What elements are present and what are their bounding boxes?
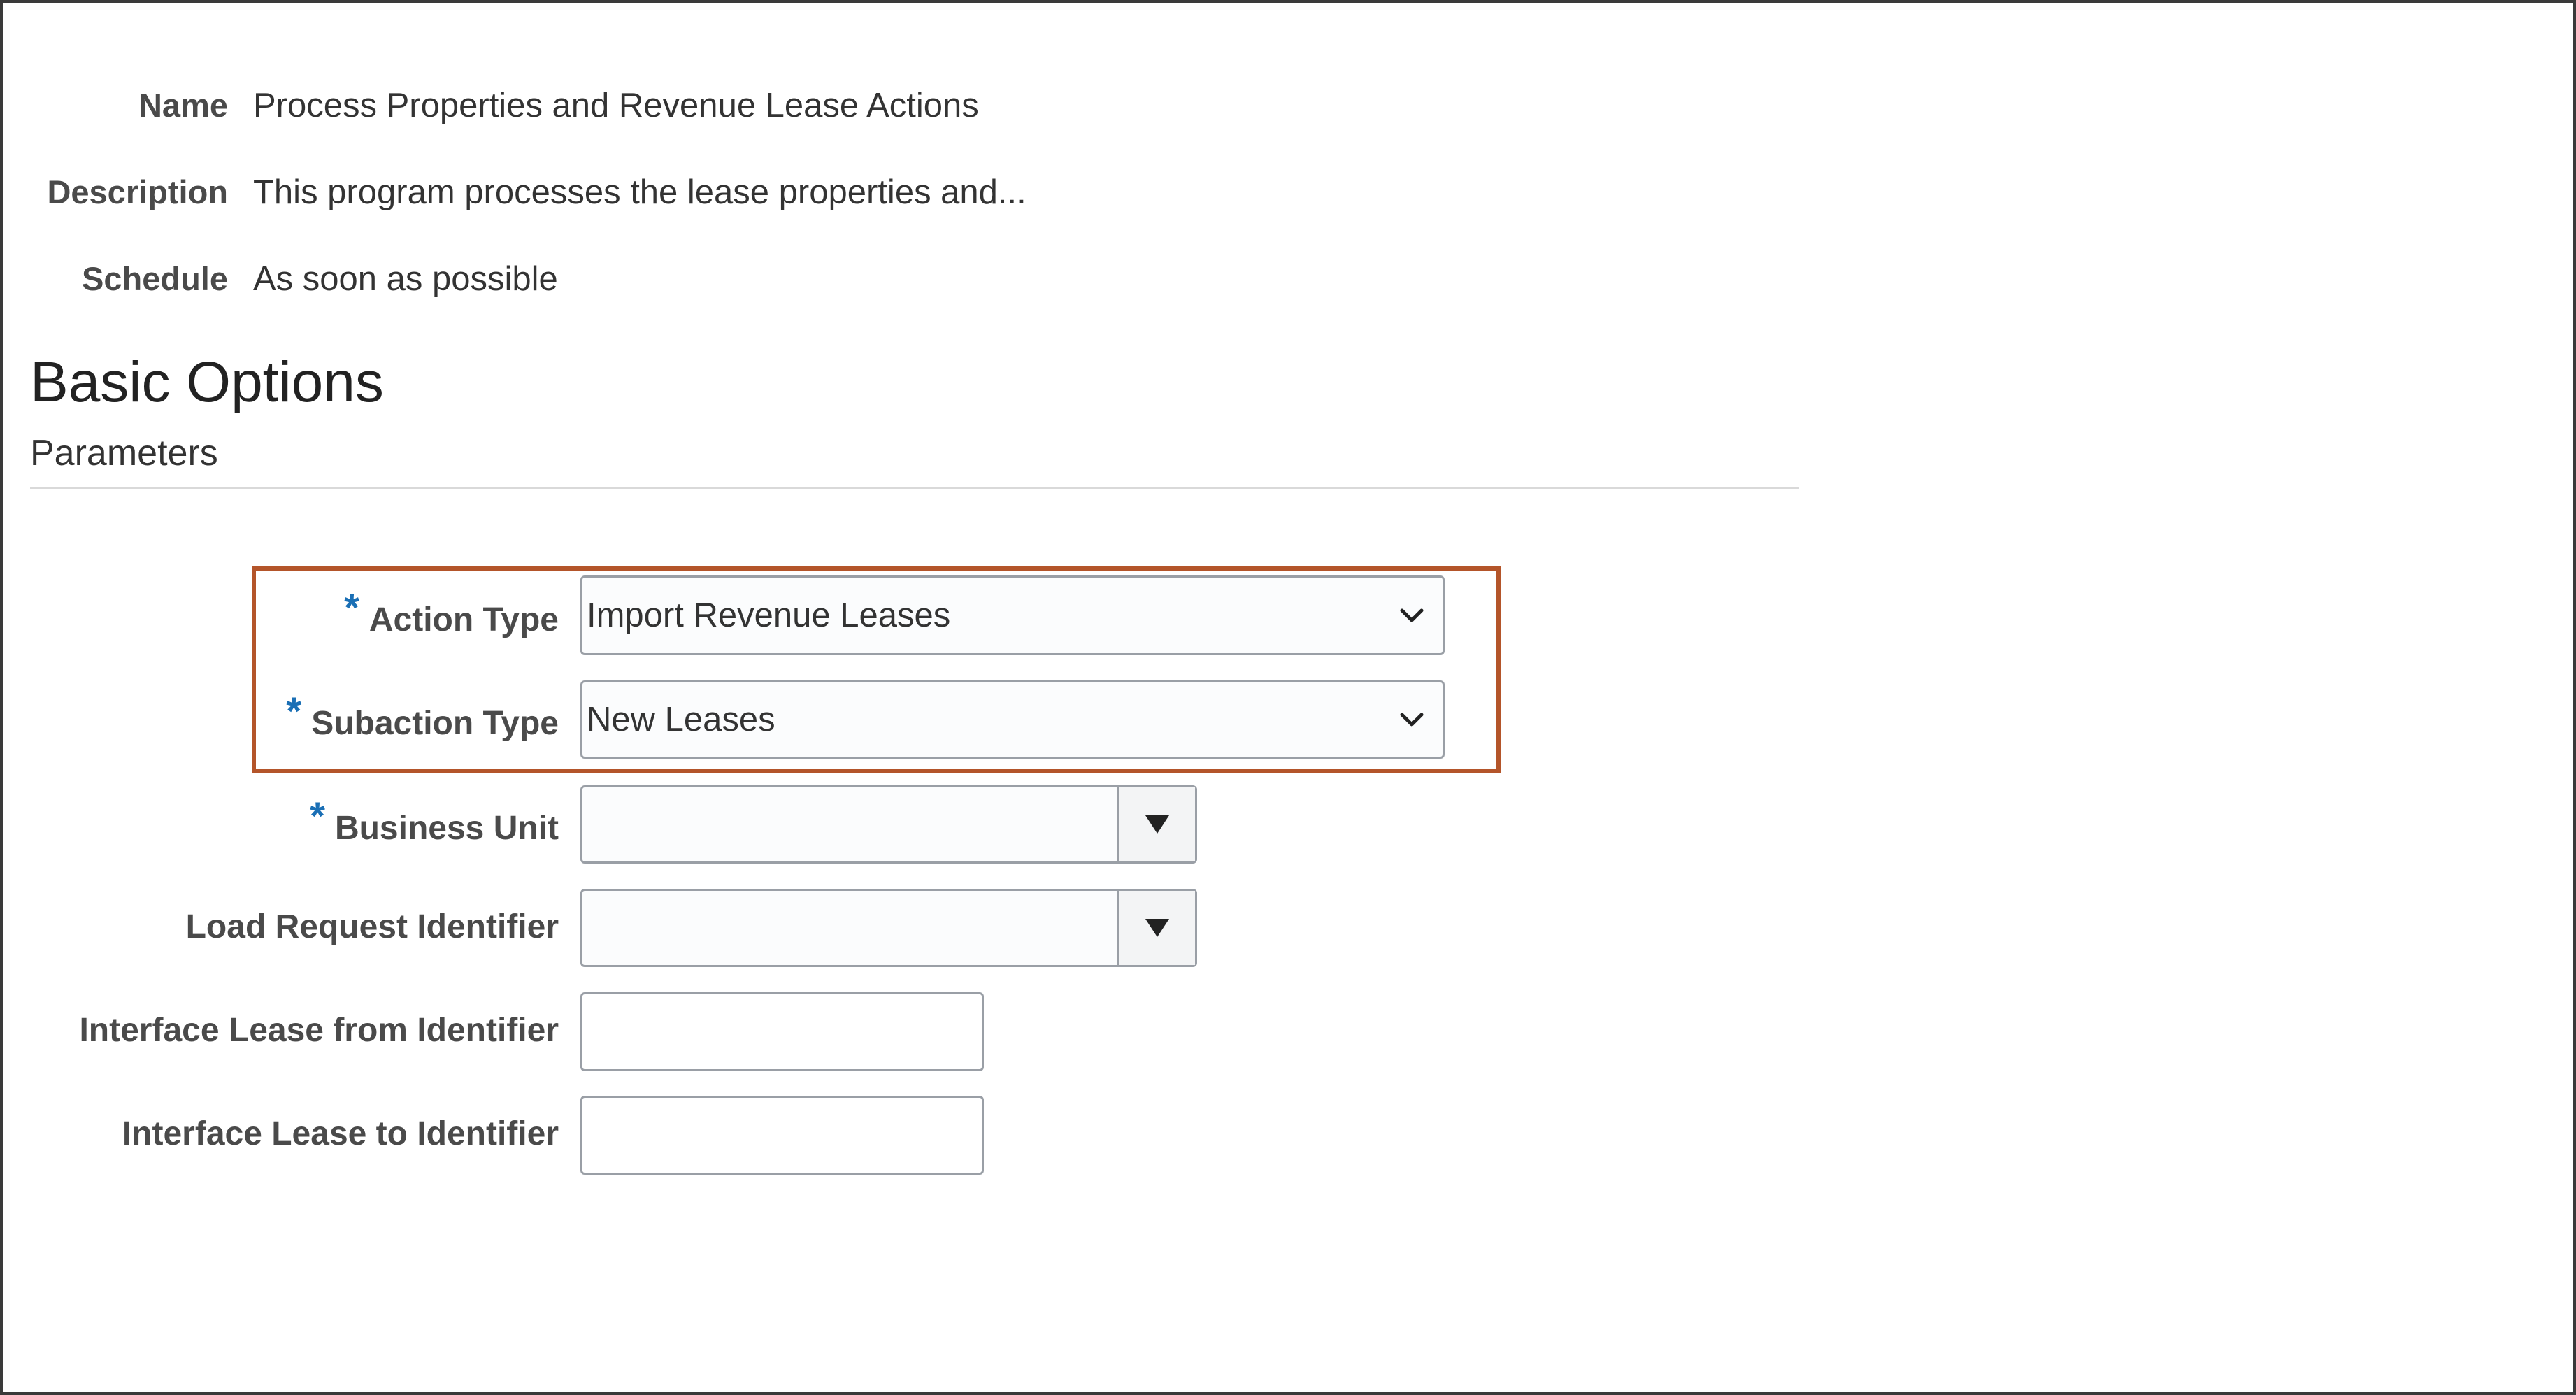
subaction-type-label: * Subaction Type <box>286 689 559 743</box>
load-request-identifier-combobox[interactable] <box>580 889 1197 967</box>
info-description-row: Description This program processes the l… <box>0 173 2576 215</box>
load-request-identifier-dropdown-button[interactable] <box>1117 891 1195 965</box>
section-divider <box>30 487 1799 489</box>
schedule-value: As soon as possible <box>253 260 558 298</box>
interface-lease-to-input[interactable] <box>580 1096 984 1175</box>
action-type-select[interactable]: Import Revenue Leases <box>580 575 1445 655</box>
triangle-down-icon <box>1145 815 1169 834</box>
schedule-label: Schedule <box>82 260 228 297</box>
section-subtitle: Parameters <box>30 433 218 473</box>
business-unit-combobox[interactable] <box>580 785 1197 864</box>
action-type-label: * Action Type <box>344 585 559 640</box>
name-value: Process Properties and Revenue Lease Act… <box>253 87 979 124</box>
subaction-type-value: New Leases <box>587 701 775 738</box>
load-request-identifier-label: Load Request Identifier <box>185 908 559 945</box>
chevron-down-icon <box>1400 713 1424 727</box>
info-schedule-row: Schedule As soon as possible <box>0 259 2576 301</box>
subaction-type-select[interactable]: New Leases <box>580 680 1445 759</box>
required-asterisk: * <box>344 585 359 629</box>
interface-lease-from-input[interactable] <box>580 992 984 1071</box>
section-title: Basic Options <box>30 350 384 414</box>
required-asterisk: * <box>286 689 302 733</box>
chevron-down-icon <box>1400 608 1424 622</box>
interface-lease-to-label: Interface Lease to Identifier <box>122 1115 559 1152</box>
action-type-value: Import Revenue Leases <box>587 596 951 634</box>
interface-lease-from-label: Interface Lease from Identifier <box>79 1012 559 1049</box>
description-label: Description <box>47 173 228 210</box>
info-name-row: Name Process Properties and Revenue Leas… <box>0 86 2576 128</box>
action-type-label-text: Action Type <box>368 601 559 638</box>
business-unit-label: * Business Unit <box>310 794 559 848</box>
business-unit-dropdown-button[interactable] <box>1117 787 1195 861</box>
triangle-down-icon <box>1145 919 1169 937</box>
description-value: This program processes the lease propert… <box>253 173 1026 211</box>
required-asterisk: * <box>310 794 325 838</box>
name-label: Name <box>138 87 228 124</box>
subaction-type-label-text: Subaction Type <box>311 705 559 742</box>
business-unit-label-text: Business Unit <box>334 810 559 847</box>
